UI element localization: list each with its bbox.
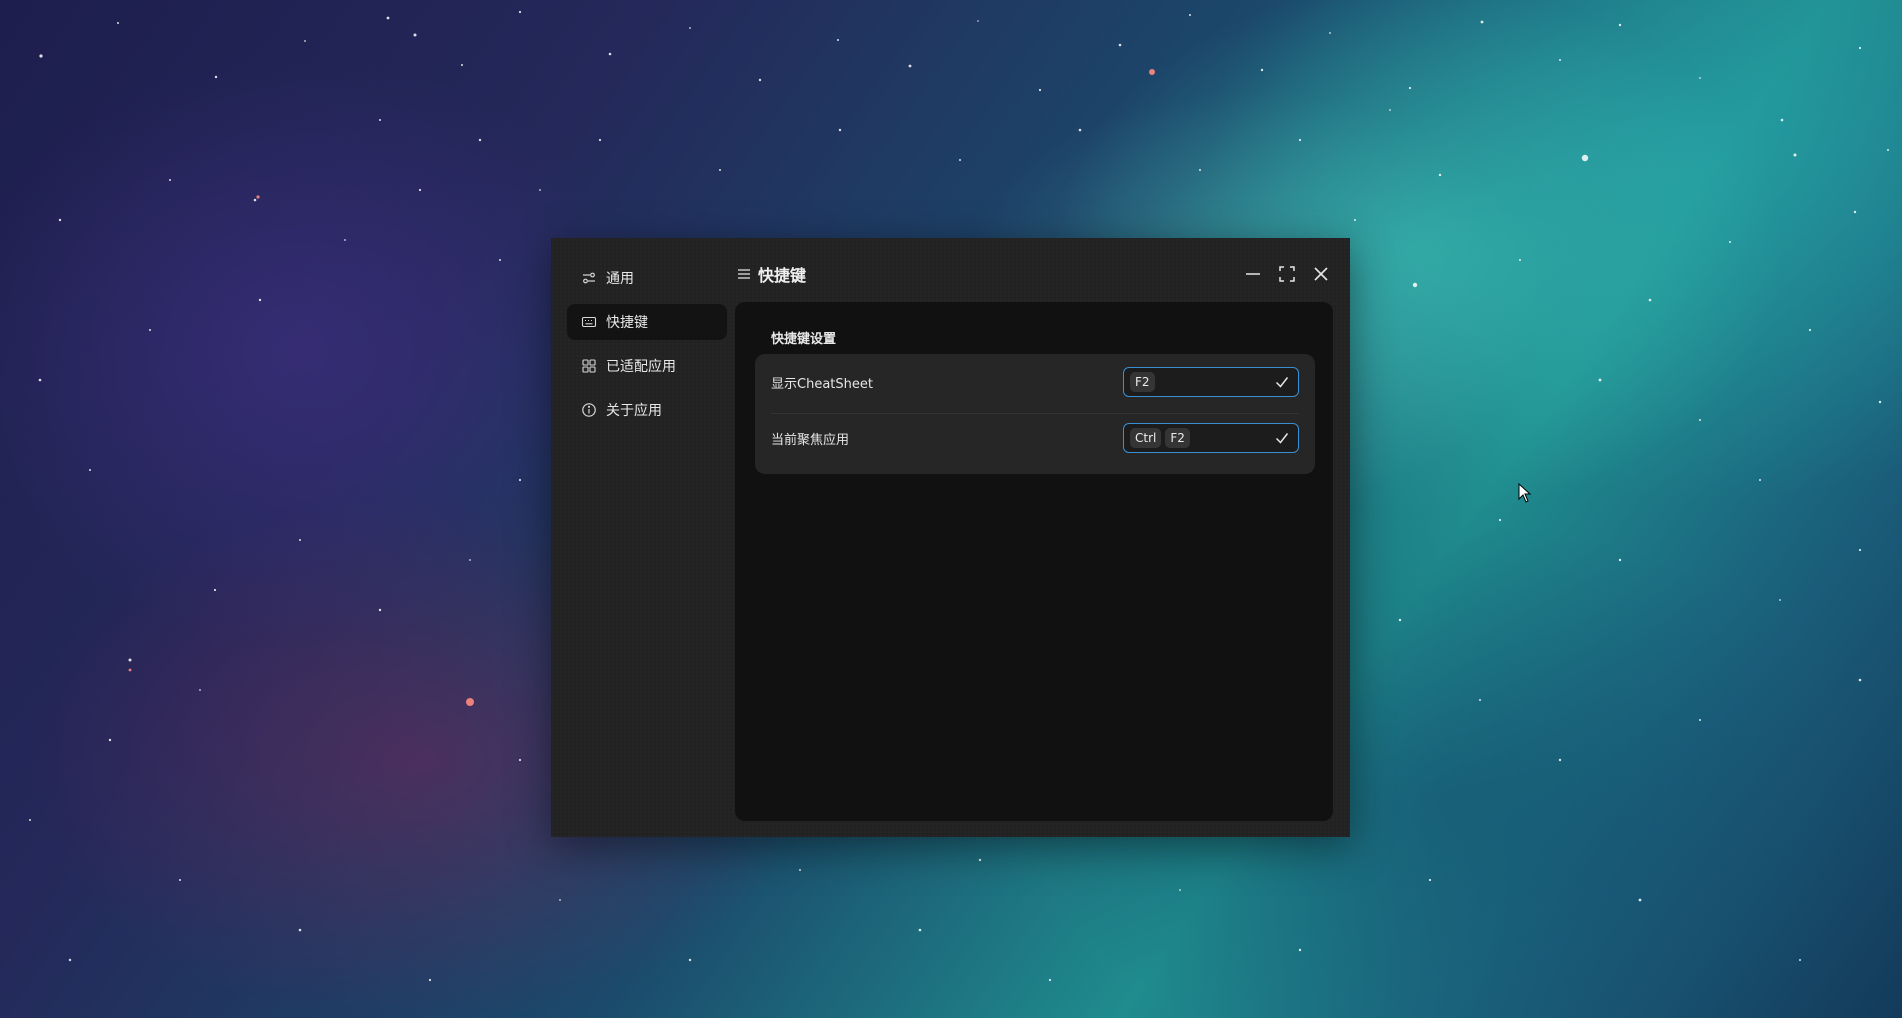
menu-icon[interactable] bbox=[736, 266, 752, 282]
sidebar-item-general[interactable]: 通用 bbox=[567, 260, 727, 296]
grid-icon bbox=[581, 358, 597, 374]
setting-label: 显示CheatSheet bbox=[771, 376, 873, 392]
shortcut-input-cheatsheet[interactable]: F2 bbox=[1123, 367, 1299, 397]
title-bar[interactable]: 快捷键 bbox=[736, 254, 1338, 294]
sliders-icon bbox=[581, 270, 597, 286]
sidebar-item-label: 已适配应用 bbox=[606, 359, 676, 375]
keyboard-icon bbox=[581, 314, 597, 330]
settings-window: 通用 快捷键 已适配应用 关于应用 快捷键 快捷键设置 显示CheatSheet… bbox=[551, 238, 1350, 837]
close-button[interactable] bbox=[1304, 257, 1338, 291]
maximize-button[interactable] bbox=[1270, 257, 1304, 291]
setting-row-cheatsheet: 显示CheatSheet F2 bbox=[755, 354, 1315, 410]
sidebar-item-shortcuts[interactable]: 快捷键 bbox=[567, 304, 727, 340]
sidebar-item-about[interactable]: 关于应用 bbox=[567, 392, 727, 428]
key-chip: F2 bbox=[1130, 372, 1155, 392]
maximize-icon bbox=[1279, 266, 1295, 282]
mouse-cursor-icon bbox=[1518, 483, 1532, 503]
sidebar: 通用 快捷键 已适配应用 关于应用 bbox=[567, 260, 727, 436]
shortcut-settings-card: 显示CheatSheet F2 当前聚焦应用 Ctrl F2 bbox=[755, 354, 1315, 474]
minimize-icon bbox=[1246, 273, 1260, 275]
page-title: 快捷键 bbox=[758, 266, 807, 285]
sidebar-item-label: 快捷键 bbox=[606, 315, 648, 331]
key-chip: F2 bbox=[1165, 428, 1190, 448]
sidebar-item-adapted-apps[interactable]: 已适配应用 bbox=[567, 348, 727, 384]
info-icon bbox=[581, 402, 597, 418]
check-icon[interactable] bbox=[1274, 374, 1290, 390]
close-icon bbox=[1314, 267, 1328, 281]
check-icon[interactable] bbox=[1274, 430, 1290, 446]
shortcut-input-focused-app[interactable]: Ctrl F2 bbox=[1123, 423, 1299, 453]
minimize-button[interactable] bbox=[1236, 257, 1270, 291]
sidebar-item-label: 通用 bbox=[606, 271, 634, 287]
section-title: 快捷键设置 bbox=[771, 332, 837, 347]
window-controls bbox=[1236, 257, 1338, 291]
key-chip: Ctrl bbox=[1130, 428, 1162, 448]
sidebar-item-label: 关于应用 bbox=[606, 403, 662, 419]
setting-row-focused-app: 当前聚焦应用 Ctrl F2 bbox=[755, 410, 1315, 466]
setting-label: 当前聚焦应用 bbox=[771, 432, 850, 448]
content-panel: 快捷键设置 显示CheatSheet F2 当前聚焦应用 Ctrl F2 bbox=[735, 302, 1333, 821]
